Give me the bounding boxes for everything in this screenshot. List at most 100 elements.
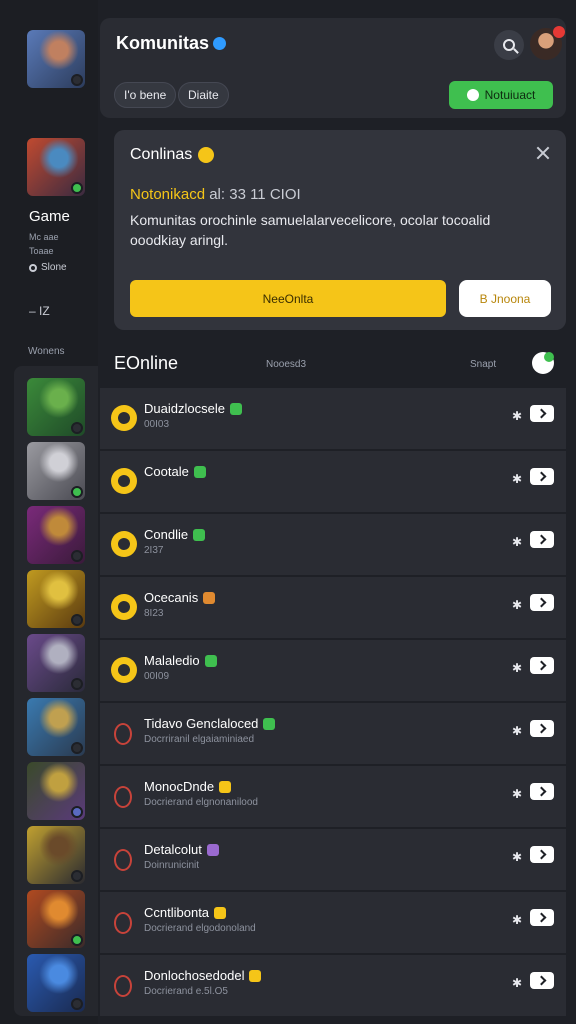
star-icon[interactable]: ✱ [512,913,522,927]
online-sort-label[interactable]: Nooesd3 [266,359,306,370]
rail-line-2: Toaae [29,246,54,256]
star-icon[interactable]: ✱ [512,535,522,549]
member-name: Condlie [144,527,206,542]
chevron-right-icon[interactable] [530,468,554,485]
rail-list-avatar[interactable] [27,954,85,1012]
notify-button[interactable]: Notuiuact [449,81,553,109]
profile-avatar[interactable] [530,26,565,60]
member-icon [114,975,132,997]
star-icon[interactable]: ✱ [512,598,522,612]
status-tag-icon [204,654,217,667]
member-subtitle: 8I23 [144,608,164,619]
member-name: MonocDnde [144,779,232,794]
dialog-highlight-rest: al: 33 11 CIOI [209,186,301,203]
member-name: Donlochosedodel [144,968,262,983]
online-row[interactable]: Condlie 2I37 ✱ [100,514,566,577]
status-dot [71,74,83,86]
rail-list-avatar[interactable] [27,442,85,500]
member-name-text: MonocDnde [144,779,215,794]
online-row[interactable]: Donlochosedodel Docrierand e.5l.O5 ✱ [100,955,566,1018]
status-tag-icon [193,465,206,478]
member-name: Detalcolut [144,842,219,857]
filter-pill-1[interactable]: I'o bene [114,82,177,108]
status-dot [71,870,83,882]
community-dialog: Conlinas Notonikacd al: 33 11 CIOI Komun… [114,130,566,330]
rail-avatar-list [14,366,98,1016]
online-row[interactable]: Ccntlibonta Docrierand elgodonoland ✱ [100,892,566,955]
verified-icon [213,37,227,50]
online-toggle[interactable] [532,352,554,374]
member-subtitle: 2I37 [144,545,164,556]
rail-list-avatar[interactable] [27,378,85,436]
rail-list-avatar[interactable] [27,698,85,756]
rail-list-avatar[interactable] [27,570,85,628]
status-dot [71,678,83,690]
dialog-primary-button[interactable]: NeeOnlta [130,280,446,317]
member-subtitle: Docrriranil elgaiaminiaed [144,734,255,745]
filter-pill-2[interactable]: Diaite [178,82,229,108]
dialog-secondary-button[interactable]: B Jnoona [459,280,551,317]
member-name: Ccntlibonta [144,905,227,920]
member-subtitle: 00I09 [144,671,170,682]
rail-iz: – IZ [29,304,50,318]
chevron-right-icon[interactable] [530,783,554,800]
online-row[interactable]: Duaidzlocsele 00I03 ✱ [100,388,566,451]
status-dot [71,934,83,946]
rail-list-avatar[interactable] [27,890,85,948]
rail-list-avatar[interactable] [27,634,85,692]
search-button[interactable] [494,30,524,60]
online-list: Duaidzlocsele 00I03 ✱ Cootale ✱ Condlie 2I37 ✱ O… [100,388,566,1018]
status-dot [71,550,83,562]
star-icon[interactable]: ✱ [512,472,522,486]
rail-game-avatar-1[interactable] [27,30,85,88]
app-root: Game Mc aae Toaae Slone – IZ Wonens Komu… [0,0,576,1024]
chat-icon [466,89,479,101]
chevron-right-icon[interactable] [530,405,554,422]
online-row[interactable]: Cootale ✱ [100,451,566,514]
status-dot [71,486,83,498]
rail-list-avatar[interactable] [27,826,85,884]
close-icon[interactable] [534,144,552,162]
star-icon[interactable]: ✱ [512,787,522,801]
chevron-right-icon[interactable] [530,531,554,548]
member-icon [114,786,132,808]
notify-button-label: Notuiuact [484,88,536,102]
star-icon[interactable]: ✱ [512,850,522,864]
smile-icon [198,147,215,163]
status-dot [71,614,83,626]
chevron-right-icon[interactable] [530,909,554,926]
rail-game-avatar-2[interactable] [27,138,85,196]
online-row[interactable]: Malaledio 00I09 ✱ [100,640,566,703]
status-dot [71,806,83,818]
status-tag-icon [229,402,242,415]
status-dot [71,998,83,1010]
chevron-right-icon[interactable] [530,846,554,863]
rail-list-avatar[interactable] [27,506,85,564]
star-icon[interactable]: ✱ [512,724,522,738]
chevron-right-icon[interactable] [530,720,554,737]
star-icon[interactable]: ✱ [512,409,522,423]
chevron-right-icon[interactable] [530,657,554,674]
toggle-indicator [544,352,554,362]
ring-icon [29,263,37,272]
member-name-text: Detalcolut [144,842,202,857]
online-row[interactable]: Tidavo Genclaloced Docrriranil elgaiamini… [100,703,566,766]
online-row[interactable]: Ocecanis 8I23 ✱ [100,577,566,640]
rail-stat-label: Slone [41,262,67,273]
status-tag-icon [249,969,262,982]
member-name: Malaledio [144,653,217,668]
member-icon [111,594,137,620]
chevron-right-icon[interactable] [530,594,554,611]
chevron-right-icon[interactable] [530,972,554,989]
star-icon[interactable]: ✱ [512,661,522,675]
member-icon [111,657,137,683]
online-row[interactable]: MonocDnde Docrierand elgnonanilood ✱ [100,766,566,829]
online-filter-label[interactable]: Snapt [470,359,496,370]
dialog-title-text: Conlinas [130,146,193,163]
online-row[interactable]: Detalcolut Doinrunicinit ✱ [100,829,566,892]
rail-stat: Slone [29,262,67,273]
rail-list-avatar[interactable] [27,762,85,820]
member-name-text: Condlie [144,527,189,542]
star-icon[interactable]: ✱ [512,976,522,990]
member-subtitle: 00I03 [144,419,170,430]
